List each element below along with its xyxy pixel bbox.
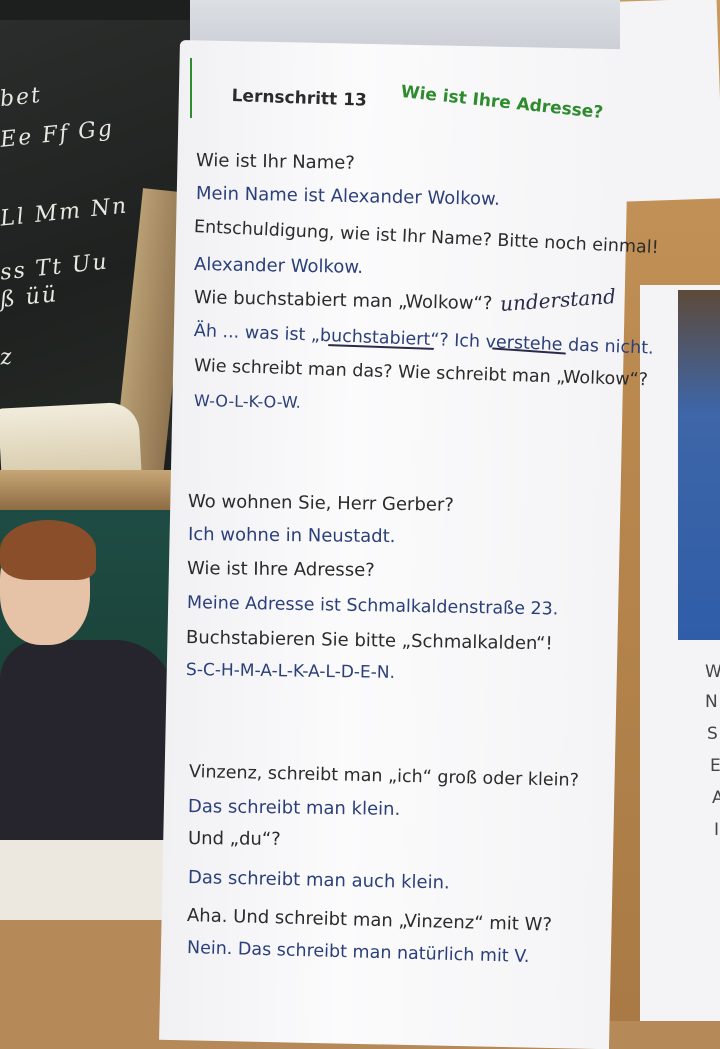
chalk-text: bet [0, 82, 44, 113]
next-page-photo [678, 290, 720, 640]
next-page-letter: E [710, 756, 720, 776]
boy-sweater [0, 640, 175, 855]
next-page-letter: A [712, 788, 720, 808]
dialog-line: Alexander Wolkow. [193, 254, 364, 278]
next-page-letter: I [714, 820, 720, 840]
dialog-line: S-C-H-M-A-L-K-A-L-D-E-N. [185, 660, 396, 683]
dialog-line: Wie ist Ihre Adresse? [186, 558, 375, 581]
dialog-line: Wie ist Ihr Name? [195, 150, 356, 174]
section-divider [190, 58, 192, 118]
next-page-letter: S [707, 724, 718, 744]
boy-hair [0, 520, 96, 580]
chalk-text: z [0, 344, 15, 371]
next-page-letter: W [705, 662, 720, 682]
next-page-letter: N [705, 692, 718, 712]
dialog-line: Und „du“? [187, 828, 281, 850]
dialog-line: Das schreibt man klein. [187, 796, 401, 820]
paper-sheet [616, 0, 720, 202]
dialog-line: W-O-L-K-O-W. [193, 391, 302, 412]
dialog-line: Ich wohne in Neustadt. [187, 524, 396, 548]
dialog-line: Wo wohnen Sie, Herr Gerber? [187, 491, 454, 516]
wooden-shelf [0, 470, 190, 510]
